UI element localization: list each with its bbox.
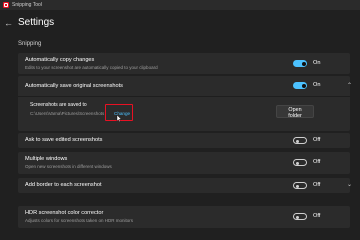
chevron-down-icon[interactable]: ⌄ bbox=[347, 181, 352, 188]
toggle-knob bbox=[295, 161, 299, 165]
setting-label: Automatically copy changes bbox=[25, 57, 95, 63]
add-border-toggle[interactable] bbox=[293, 182, 307, 189]
ask-save-toggle[interactable] bbox=[293, 137, 307, 144]
toggle-state: Off bbox=[313, 182, 321, 188]
toggle-state: On bbox=[313, 60, 321, 66]
section-title: Snipping bbox=[18, 41, 42, 47]
toggle-state: On bbox=[313, 82, 321, 88]
setting-multiple-windows: Multiple windows Open new screenshots in… bbox=[18, 152, 350, 174]
setting-ask-save: Ask to save edited screenshots Off bbox=[18, 133, 350, 148]
snipping-tool-icon bbox=[3, 2, 9, 8]
chevron-up-icon[interactable]: ⌃ bbox=[347, 82, 352, 89]
setting-hdr-corrector: HDR screenshot color corrector Adjusts c… bbox=[18, 206, 350, 228]
toggle-state: Off bbox=[313, 137, 321, 143]
auto-copy-toggle[interactable] bbox=[293, 60, 307, 67]
save-location-path: C:\Users\Varna\Pictures\Screenshots bbox=[30, 111, 105, 116]
toggle-knob bbox=[295, 139, 299, 143]
setting-label: Automatically save original screenshots bbox=[25, 83, 123, 89]
back-arrow-icon[interactable]: ← bbox=[4, 19, 13, 28]
toggle-knob bbox=[295, 184, 299, 188]
multiple-windows-toggle[interactable] bbox=[293, 159, 307, 166]
save-location-label: Screenshots are saved to bbox=[30, 102, 87, 108]
mouse-cursor-icon bbox=[116, 115, 122, 122]
setting-label: HDR screenshot color corrector bbox=[25, 210, 104, 216]
divider bbox=[18, 96, 350, 97]
auto-save-toggle[interactable] bbox=[293, 82, 307, 89]
setting-description: Edits to your screenshot are automatical… bbox=[25, 65, 158, 70]
hdr-corrector-toggle[interactable] bbox=[293, 213, 307, 220]
setting-description: Adjusts colors for screenshots taken on … bbox=[25, 218, 134, 223]
window-title: Snipping Tool bbox=[12, 2, 42, 8]
setting-auto-save: Automatically save original screenshots … bbox=[18, 76, 352, 131]
toggle-state: Off bbox=[313, 159, 321, 165]
setting-description: Open new screenshots in different window… bbox=[25, 164, 112, 169]
toggle-knob bbox=[301, 61, 306, 66]
setting-label: Ask to save edited screenshots bbox=[25, 137, 103, 143]
setting-label: Multiple windows bbox=[25, 156, 68, 162]
toggle-knob bbox=[301, 83, 306, 88]
page-title: Settings bbox=[18, 17, 55, 28]
toggle-state: Off bbox=[313, 213, 321, 219]
open-folder-button[interactable]: Open folder bbox=[276, 105, 314, 119]
title-bar: Snipping Tool bbox=[0, 0, 360, 10]
setting-auto-copy: Automatically copy changes Edits to your… bbox=[18, 53, 350, 74]
setting-add-border: Add border to each screenshot Off ⌄ bbox=[18, 178, 352, 193]
toggle-knob bbox=[295, 215, 299, 219]
setting-label: Add border to each screenshot bbox=[25, 182, 102, 188]
